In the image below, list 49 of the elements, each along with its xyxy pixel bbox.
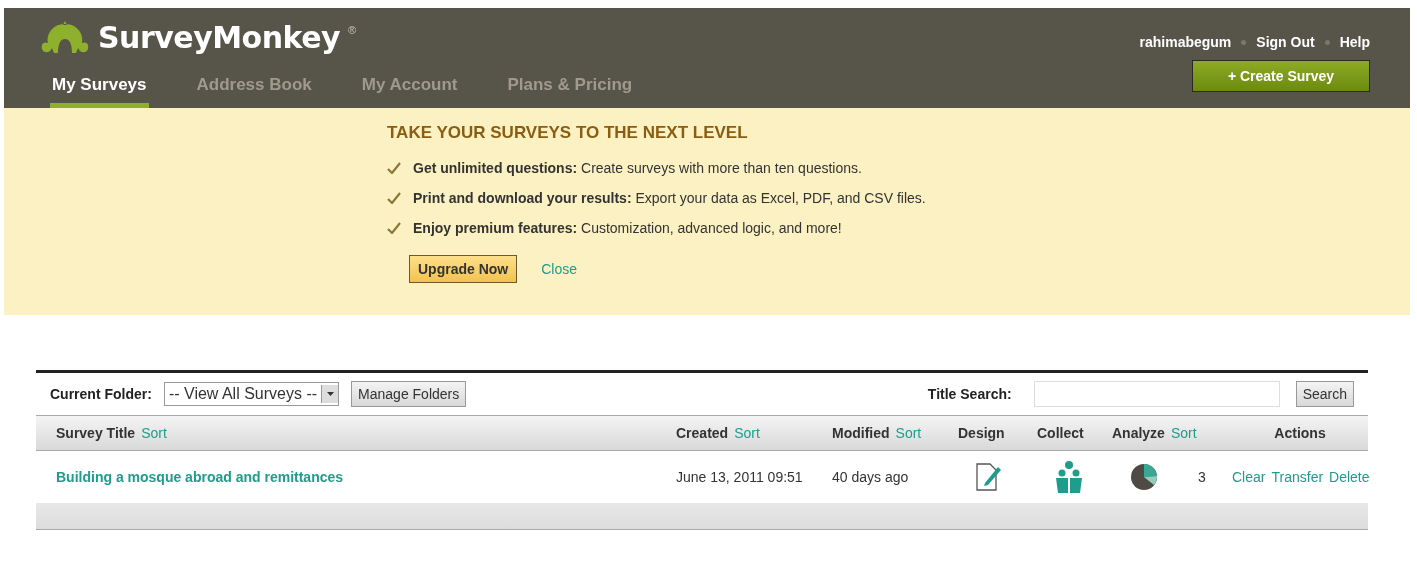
monkey-logo-icon xyxy=(40,20,90,55)
feature-text: Enjoy premium features: Customization, advanced logic, and more! xyxy=(413,220,842,236)
sort-link[interactable]: Sort xyxy=(734,425,760,441)
registered-mark: ® xyxy=(348,24,357,36)
column-heading: Collect xyxy=(1037,425,1084,441)
search-button[interactable]: Search xyxy=(1295,381,1354,407)
search-field[interactable] xyxy=(1033,381,1280,407)
feature-text: Print and download your results: Export your data as Excel, PDF, and CSV files. xyxy=(413,190,926,206)
sort-link[interactable]: Sort xyxy=(141,425,167,441)
column-heading: Design xyxy=(958,425,1005,441)
logo-text: SurveyMonkey xyxy=(98,20,341,55)
manage-folders-button[interactable]: Manage Folders xyxy=(351,381,467,407)
nav-tab[interactable]: Plans & Pricing xyxy=(505,75,635,108)
nav-tab[interactable]: Address Book xyxy=(194,75,314,108)
header-link[interactable]: Sign Out xyxy=(1256,34,1315,50)
checkmark-icon xyxy=(387,162,401,174)
feature-text: Get unlimited questions: Create surveys with more than ten questions. xyxy=(413,160,862,176)
header-link[interactable]: rahimabegum xyxy=(1139,34,1232,50)
survey-title-link[interactable]: Building a mosque abroad and remittances xyxy=(56,469,676,485)
column-heading: Created xyxy=(676,425,729,441)
action-link[interactable]: Delete xyxy=(1329,469,1370,485)
dropdown-caret-icon xyxy=(326,392,334,396)
create-survey-button[interactable]: + Create Survey xyxy=(1192,60,1370,92)
modified-cell-text: 40 days ago xyxy=(832,469,910,485)
action-link[interactable]: Clear xyxy=(1232,469,1266,485)
action-link[interactable]: Transfer xyxy=(1271,469,1324,485)
checkmark-icon xyxy=(387,192,401,204)
folder-select[interactable]: -- View All Surveys -- xyxy=(163,382,340,406)
column-heading: Modified xyxy=(832,425,890,441)
people-icon[interactable] xyxy=(1055,461,1083,493)
column-heading: Survey Title xyxy=(56,425,136,441)
close-link[interactable]: Close xyxy=(541,261,578,277)
search-label: Title Search: xyxy=(927,386,1012,402)
separator-dot-icon xyxy=(1241,39,1247,45)
created-cell-text: June 13, 2011 09:51 xyxy=(676,469,804,485)
folder-label: Current Folder: xyxy=(50,386,152,402)
edit-document-icon[interactable] xyxy=(976,463,1002,491)
header-link[interactable]: Help xyxy=(1339,34,1370,50)
column-heading: Actions xyxy=(1274,425,1326,441)
pie-chart-icon[interactable] xyxy=(1130,463,1158,491)
sort-link[interactable]: Sort xyxy=(895,425,922,441)
upgrade-button[interactable]: Upgrade Now xyxy=(409,255,518,283)
separator-dot-icon xyxy=(1324,39,1330,45)
nav-tab[interactable]: My Account xyxy=(359,75,460,108)
sort-link[interactable]: Sort xyxy=(1170,425,1197,441)
column-heading: Analyze xyxy=(1112,425,1165,441)
response-count: 3 xyxy=(1198,469,1206,485)
checkmark-icon xyxy=(387,222,401,234)
banner-title: TAKE YOUR SURVEYS TO THE NEXT LEVEL xyxy=(387,123,749,143)
